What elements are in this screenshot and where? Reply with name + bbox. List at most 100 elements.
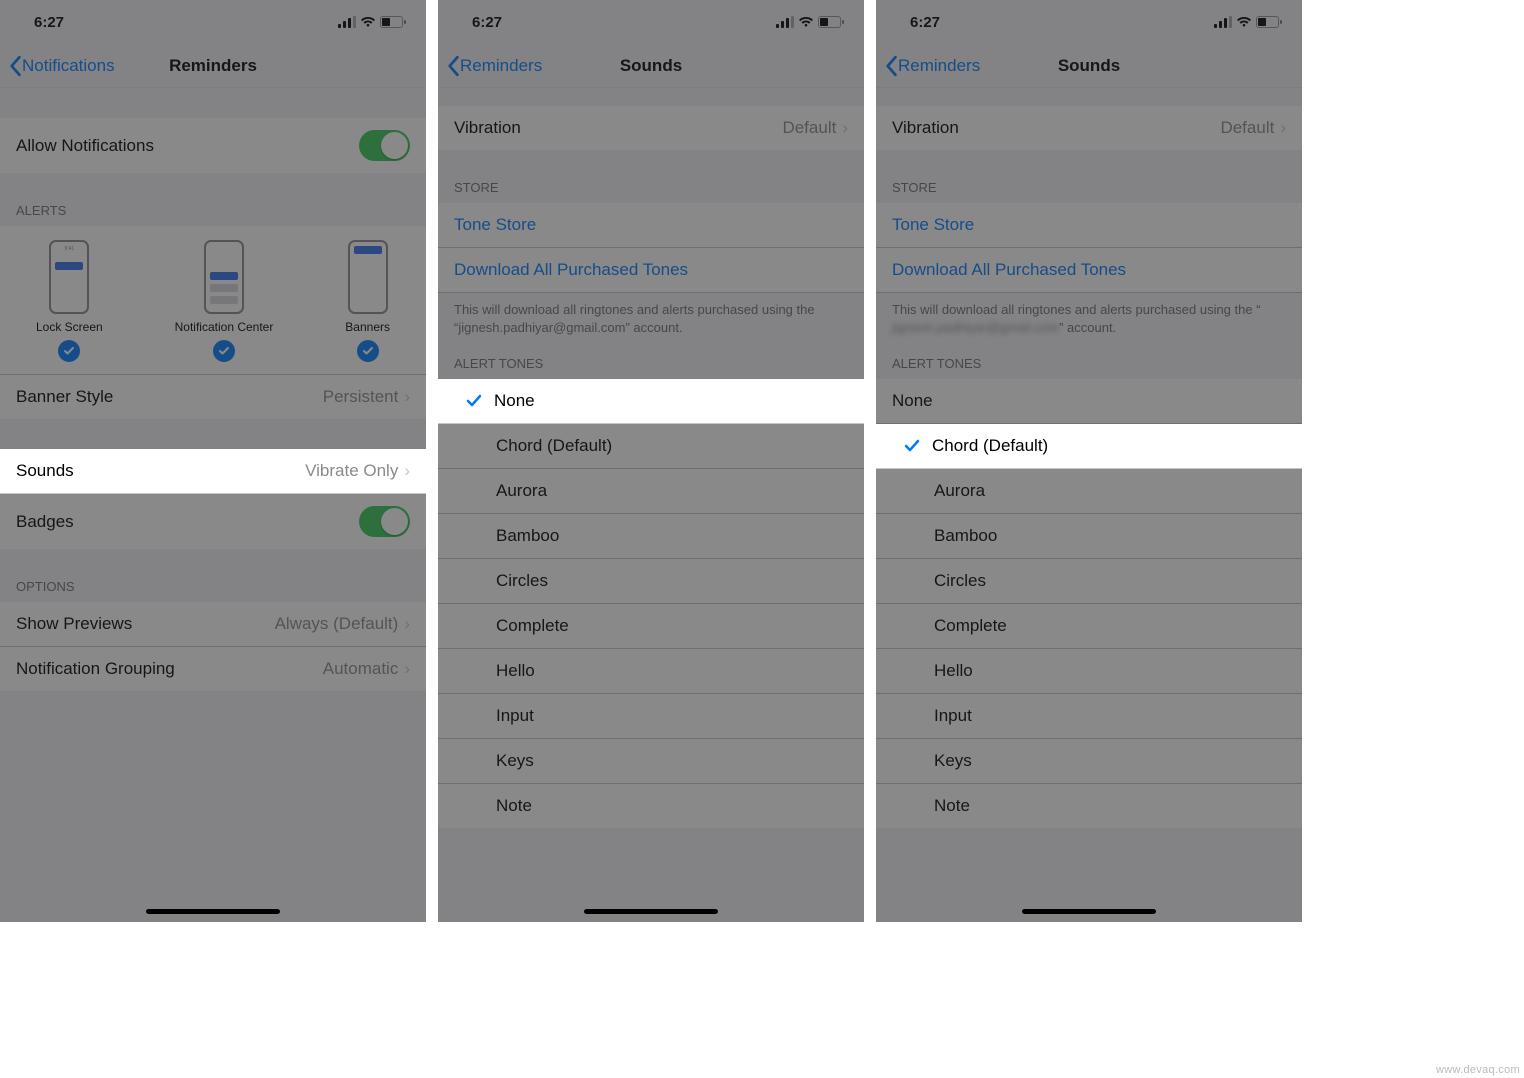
nav-bar: Reminders Sounds <box>876 44 1302 88</box>
checkmark-icon <box>357 340 379 362</box>
tone-row[interactable]: Keys <box>438 739 864 784</box>
tone-label: Circles <box>496 571 848 591</box>
tone-label: None <box>494 391 848 411</box>
tone-label: Aurora <box>496 481 848 501</box>
tone-label: Complete <box>934 616 1286 636</box>
tone-row[interactable]: Bamboo <box>438 514 864 559</box>
tone-label: Keys <box>934 751 1286 771</box>
status-bar: 6:27 <box>438 0 864 44</box>
sounds-value: Vibrate Only <box>305 461 398 481</box>
home-indicator[interactable] <box>584 909 718 914</box>
cellular-icon <box>338 16 356 28</box>
back-button[interactable]: Reminders <box>876 55 980 77</box>
store-footer: This will download all ringtones and ale… <box>438 293 864 336</box>
sounds-row[interactable]: Sounds Vibrate Only › <box>0 449 426 494</box>
alerts-options-row: 9:41 Lock Screen Notification Center Ban… <box>0 226 426 375</box>
vibration-value: Default <box>1220 118 1274 138</box>
nav-bar: Reminders Sounds <box>438 44 864 88</box>
wifi-icon <box>798 16 814 28</box>
home-indicator[interactable] <box>1022 909 1156 914</box>
tone-label: Hello <box>496 661 848 681</box>
tone-label: Chord (Default) <box>496 436 848 456</box>
tone-label: Hello <box>934 661 1286 681</box>
download-all-row[interactable]: Download All Purchased Tones <box>438 248 864 293</box>
tone-label: Keys <box>496 751 848 771</box>
chevron-right-icon: › <box>404 387 410 407</box>
notification-grouping-value: Automatic <box>323 659 399 679</box>
tone-row[interactable]: Input <box>876 694 1302 739</box>
battery-icon <box>380 16 406 28</box>
chevron-left-icon <box>8 55 22 77</box>
battery-icon <box>818 16 844 28</box>
banner-style-value: Persistent <box>323 387 399 407</box>
tone-row[interactable]: Chord (Default) <box>438 424 864 469</box>
tone-row[interactable]: None <box>438 379 864 424</box>
chevron-right-icon: › <box>842 118 848 138</box>
banner-style-label: Banner Style <box>16 387 323 407</box>
tone-row[interactable]: Note <box>876 784 1302 828</box>
status-time: 6:27 <box>34 14 64 31</box>
status-bar: 6:27 <box>0 0 426 44</box>
tone-label: Bamboo <box>934 526 1286 546</box>
tone-label: Note <box>496 796 848 816</box>
options-header: OPTIONS <box>0 579 426 602</box>
tone-label: Aurora <box>934 481 1286 501</box>
alert-tones-header: ALERT TONES <box>876 356 1302 379</box>
tone-label: Chord (Default) <box>932 436 1286 456</box>
alert-tones-header: ALERT TONES <box>438 356 864 379</box>
tone-row[interactable]: Aurora <box>438 469 864 514</box>
status-bar: 6:27 <box>876 0 1302 44</box>
tone-row[interactable]: Input <box>438 694 864 739</box>
back-label: Reminders <box>898 56 980 76</box>
back-button[interactable]: Notifications <box>0 55 115 77</box>
cellular-icon <box>776 16 794 28</box>
store-header: STORE <box>876 180 1302 203</box>
banners-preview-icon <box>348 240 388 314</box>
alert-option-banners[interactable]: Banners <box>345 240 390 362</box>
vibration-value: Default <box>782 118 836 138</box>
badges-row[interactable]: Badges <box>0 494 426 549</box>
tone-store-row[interactable]: Tone Store <box>438 203 864 248</box>
tone-row[interactable]: Circles <box>438 559 864 604</box>
alert-option-lock-screen[interactable]: 9:41 Lock Screen <box>36 240 103 362</box>
back-label: Notifications <box>22 56 115 76</box>
tone-store-row[interactable]: Tone Store <box>876 203 1302 248</box>
badges-switch[interactable] <box>359 506 410 537</box>
tone-label: Input <box>496 706 848 726</box>
vibration-row[interactable]: Vibration Default › <box>876 106 1302 150</box>
screen-sounds-chord: 6:27 Reminders Sounds Vibration Default … <box>876 0 1302 922</box>
tone-row[interactable]: None <box>876 379 1302 424</box>
allow-notifications-switch[interactable] <box>359 130 410 161</box>
vibration-label: Vibration <box>454 118 782 138</box>
checkmark-icon <box>213 340 235 362</box>
show-previews-value: Always (Default) <box>275 614 399 634</box>
status-time: 6:27 <box>910 14 940 31</box>
vibration-row[interactable]: Vibration Default › <box>438 106 864 150</box>
tone-store-label: Tone Store <box>454 215 536 235</box>
chevron-left-icon <box>884 55 898 77</box>
chevron-right-icon: › <box>404 614 410 634</box>
tone-row[interactable]: Keys <box>876 739 1302 784</box>
notification-grouping-row[interactable]: Notification Grouping Automatic › <box>0 647 426 691</box>
tone-row[interactable]: Note <box>438 784 864 828</box>
tone-row[interactable]: Circles <box>876 559 1302 604</box>
tone-row[interactable]: Chord (Default) <box>876 424 1302 469</box>
download-all-row[interactable]: Download All Purchased Tones <box>876 248 1302 293</box>
lock-screen-preview-icon: 9:41 <box>49 240 89 314</box>
home-indicator[interactable] <box>146 909 280 914</box>
alert-option-notification-center[interactable]: Notification Center <box>175 240 274 362</box>
back-button[interactable]: Reminders <box>438 55 542 77</box>
chevron-right-icon: › <box>404 461 410 481</box>
tone-row[interactable]: Bamboo <box>876 514 1302 559</box>
tone-row[interactable]: Hello <box>876 649 1302 694</box>
tone-row[interactable]: Aurora <box>876 469 1302 514</box>
tone-row[interactable]: Hello <box>438 649 864 694</box>
download-all-label: Download All Purchased Tones <box>892 260 1126 280</box>
alert-option-label: Banners <box>345 320 390 334</box>
allow-notifications-row[interactable]: Allow Notifications <box>0 118 426 173</box>
show-previews-row[interactable]: Show Previews Always (Default) › <box>0 602 426 647</box>
tone-row[interactable]: Complete <box>438 604 864 649</box>
tone-row[interactable]: Complete <box>876 604 1302 649</box>
banner-style-row[interactable]: Banner Style Persistent › <box>0 375 426 419</box>
tone-label: Input <box>934 706 1286 726</box>
